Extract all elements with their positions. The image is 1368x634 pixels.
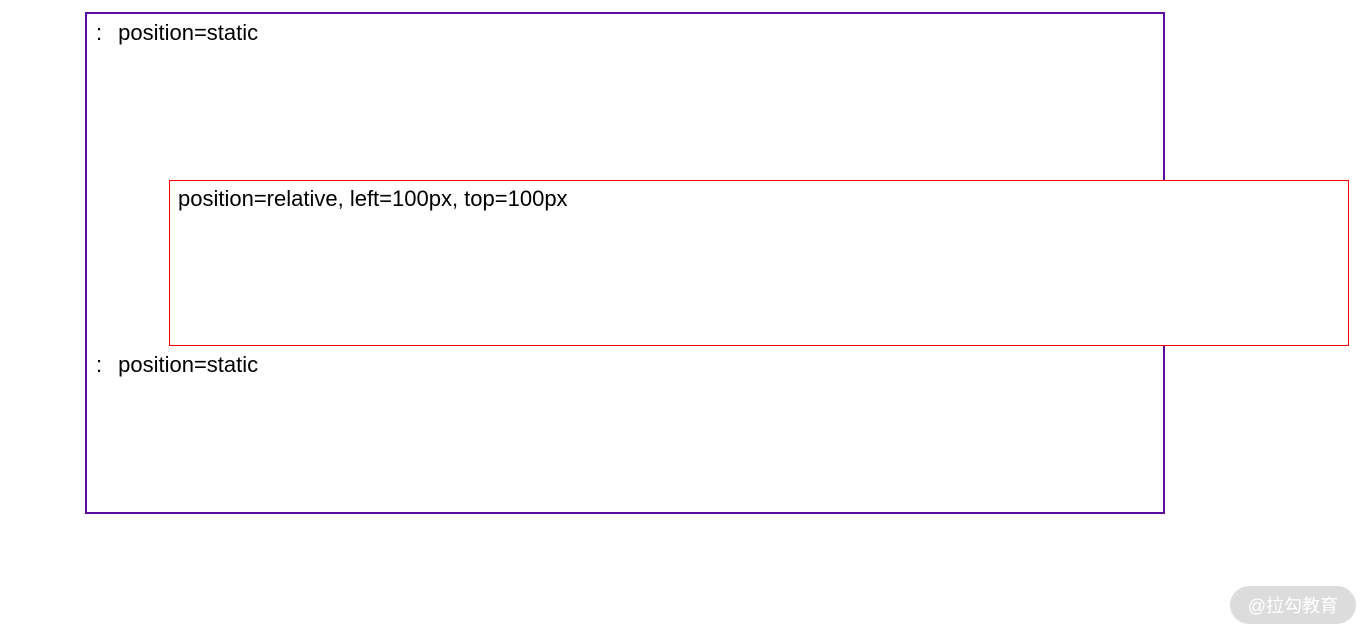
relative-block-label: position=relative, left=100px, top=100px xyxy=(178,186,568,211)
label-prefix: : xyxy=(96,19,112,48)
static-block-1: : position=static xyxy=(87,14,1163,180)
relative-block-wrapper: position=relative, left=100px, top=100px xyxy=(87,180,1163,346)
static-block-2: : position=static xyxy=(87,346,1163,512)
label-text-value: position=static xyxy=(118,352,258,377)
static-block-1-label: : position=static xyxy=(96,20,258,45)
label-prefix: : xyxy=(96,351,112,380)
static-block-2-label: : position=static xyxy=(96,352,258,377)
relative-block: position=relative, left=100px, top=100px xyxy=(169,180,1349,346)
positioning-diagram-container: : position=static position=relative, lef… xyxy=(85,12,1165,514)
watermark-badge: @拉勾教育 xyxy=(1230,586,1356,624)
label-text-value: position=static xyxy=(118,20,258,45)
